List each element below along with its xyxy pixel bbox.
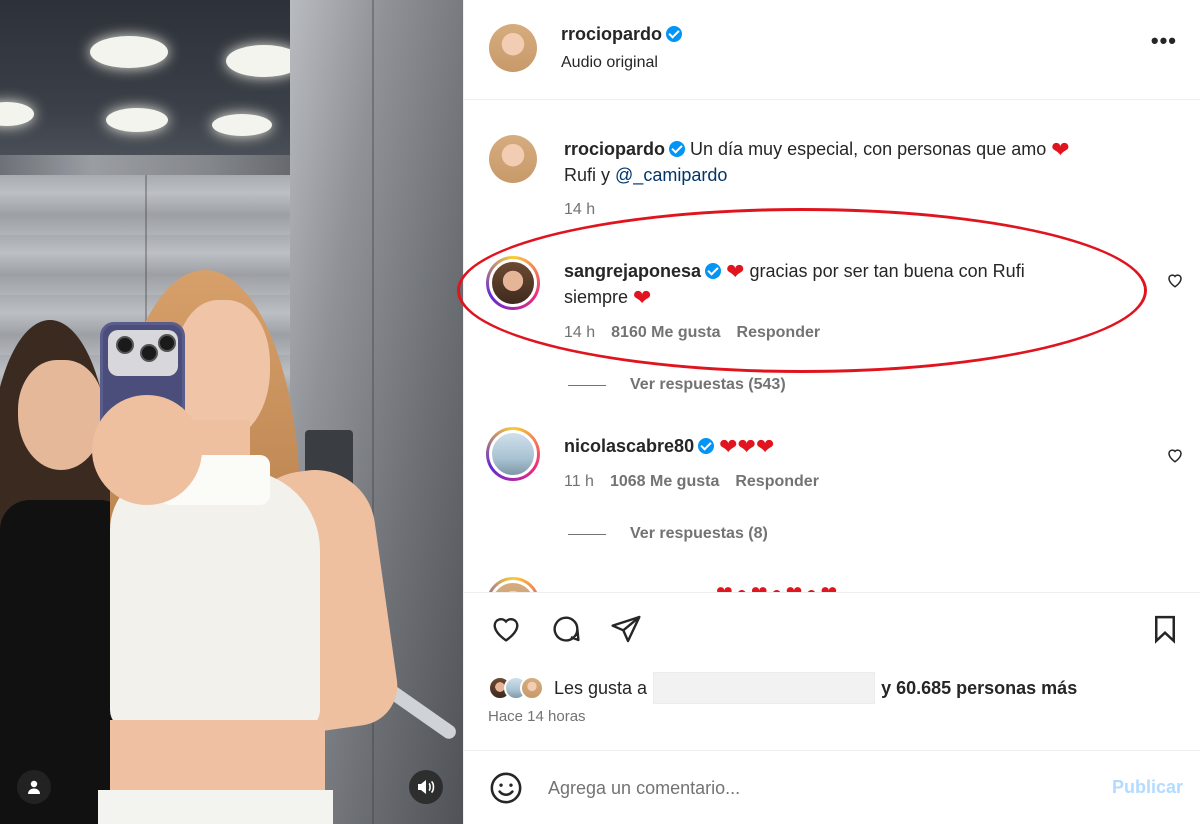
speaker-icon [418, 780, 435, 794]
post-header: rrociopardo Audio original ••• [464, 0, 1200, 100]
camera-lens [158, 334, 176, 352]
person-left-face [18, 360, 104, 470]
comment-input[interactable] [548, 773, 1068, 803]
camera-lens [140, 344, 158, 362]
tagged-users-button[interactable] [17, 770, 51, 804]
view-replies-label: Ver respuestas (8) [630, 525, 768, 542]
likes-count-link[interactable]: y 60.685 personas más [881, 678, 1077, 699]
author-avatar[interactable] [489, 24, 537, 72]
comment-body: nicolascabre80 ❤❤❤ [564, 433, 1124, 459]
red-heart-emoji-icon: ❤ [737, 434, 756, 459]
caption-author-avatar[interactable] [489, 135, 537, 183]
red-heart-emoji-icon: ❤ [755, 434, 775, 459]
comment-likes[interactable]: 1068 Me gusta [610, 473, 719, 491]
emoji-picker-icon[interactable] [489, 771, 523, 805]
caption-text: Un día muy especial, con personas que am… [690, 139, 1047, 159]
author-username[interactable]: rrociopardo [561, 24, 662, 44]
ceiling-light [90, 36, 168, 68]
share-paper-plane-icon[interactable] [609, 613, 643, 645]
comment-time[interactable]: 11 h [564, 473, 594, 491]
white-top [110, 470, 320, 730]
action-bar [464, 592, 1200, 664]
comment-avatar[interactable] [486, 577, 540, 592]
comment-bubble-icon[interactable] [549, 613, 583, 645]
avatar-image [489, 580, 537, 592]
person-right-hand [92, 395, 202, 505]
post-timestamp[interactable]: Hace 14 horas [488, 708, 586, 725]
view-replies-label: Ver respuestas (543) [630, 376, 786, 393]
like-heart-icon[interactable] [489, 613, 523, 645]
white-shorts [98, 790, 333, 824]
likes-prefix: Les gusta a [554, 677, 648, 698]
caption: rrociopardo Un día muy especial, con per… [564, 136, 1164, 188]
comment-author[interactable]: nicolascabre80 [564, 436, 694, 456]
more-options-icon[interactable]: ••• [1151, 30, 1177, 52]
view-replies-button[interactable]: Ver respuestas (8) [568, 525, 768, 543]
post-media[interactable] [0, 0, 463, 824]
verified-badge-icon [698, 438, 715, 454]
save-bookmark-icon[interactable] [1150, 613, 1180, 645]
camera-lens [116, 336, 134, 354]
view-replies-button[interactable]: Ver respuestas (543) [568, 376, 786, 394]
liker-avatar[interactable] [520, 676, 544, 700]
likes-summary: Les gusta a y 60.685 personas más [488, 672, 1077, 704]
caption-author[interactable]: rrociopardo [564, 139, 665, 159]
replies-line [568, 533, 606, 535]
comment-meta: 11 h 1068 Me gusta Responder [564, 473, 819, 491]
audio-toggle-button[interactable] [409, 770, 443, 804]
comment-composer: Publicar [464, 750, 1200, 824]
reply-button[interactable]: Responder [735, 473, 819, 491]
red-heart-emoji-icon: ❤ [1051, 137, 1070, 162]
emoji-row-icon: ❤●❤●❤●❤ [716, 581, 840, 592]
highlight-ellipse [457, 208, 1147, 373]
post-side-panel: rrociopardo Audio original ••• rrociopar… [463, 0, 1200, 824]
user-icon [28, 780, 40, 794]
comment-avatar[interactable] [486, 427, 540, 481]
comment-like-heart-icon[interactable] [1166, 446, 1184, 464]
replies-line [568, 384, 606, 386]
ceiling-light [106, 108, 168, 132]
redacted-username [653, 672, 876, 704]
caption-mention-link[interactable]: @_camipardo [615, 165, 727, 185]
caption-time[interactable]: 14 h [564, 201, 595, 219]
verified-badge-icon [666, 26, 683, 42]
next-comment-clipped: ❤●❤●❤●❤ [486, 575, 1186, 592]
audio-label[interactable]: Audio original [561, 54, 658, 72]
red-heart-emoji-icon: ❤ [719, 434, 738, 459]
verified-badge-icon [669, 141, 686, 157]
avatar-image [489, 430, 537, 478]
publish-button[interactable]: Publicar [1112, 777, 1183, 798]
author-line: rrociopardo [561, 24, 683, 45]
caption-text-line2: Rufi y [564, 165, 611, 185]
comment-like-heart-icon[interactable] [1166, 271, 1184, 289]
ceiling-light [212, 114, 272, 136]
